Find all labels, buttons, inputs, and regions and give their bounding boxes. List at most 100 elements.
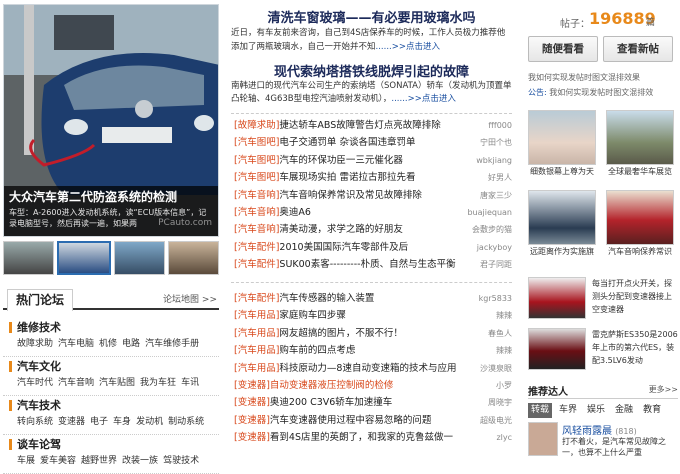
- forum-section-title[interactable]: 汽车技术: [17, 399, 219, 413]
- forum-link[interactable]: 越野世界: [81, 456, 117, 466]
- forum-link[interactable]: 汽车音响: [58, 378, 94, 388]
- article-author[interactable]: 君子同距: [480, 256, 512, 273]
- forum-link[interactable]: 车讯: [181, 378, 199, 388]
- recommended-user[interactable]: 风轻雨露晨 (818) 打不着火，是汽车常见故障之一，也算不上什么严重: [528, 422, 678, 462]
- hero-slideshow[interactable]: 大众汽车第二代防盗系统的检测 车型：A-2600进入发动机系统，读“ECU版本信…: [3, 4, 219, 237]
- article-category-link[interactable]: [汽车用品]: [234, 328, 279, 339]
- article-category-link[interactable]: [变速器]: [234, 432, 270, 443]
- user-name[interactable]: 风轻雨露晨 (818): [562, 422, 637, 437]
- thumbnail-2[interactable]: [57, 241, 111, 275]
- thumbnail-1[interactable]: [3, 241, 55, 275]
- article-category-link[interactable]: [汽车用品]: [234, 345, 279, 356]
- forum-link[interactable]: 汽车维修手册: [145, 339, 199, 349]
- article-title-link[interactable]: 汽车变速器使用过程中容易忽略的问题: [270, 415, 432, 426]
- random-browse-button[interactable]: 随便看看: [528, 36, 598, 62]
- article-category-link[interactable]: [故障求助]: [234, 120, 279, 131]
- tab-car-world[interactable]: 车界: [556, 403, 580, 418]
- car-feature-2[interactable]: 雷克萨斯ES350是2006年上市的第六代ES，装配3.5LV6发动: [528, 328, 680, 374]
- article-title-link[interactable]: 购车前的四点考虑: [279, 345, 355, 356]
- forum-link[interactable]: 发动机: [136, 417, 163, 427]
- article-author[interactable]: 辣辣: [496, 307, 512, 324]
- tab-repost[interactable]: 转载: [528, 403, 553, 418]
- article-title-link[interactable]: 电子交通罚单 杂谈各国违章罚单: [279, 137, 415, 148]
- picture-item[interactable]: 全球最奢华车展览: [606, 110, 674, 179]
- article-category-link[interactable]: [汽车图吧]: [234, 155, 279, 166]
- notice-item-2[interactable]: 公告: 我如何实现发帖时图文混排效: [528, 85, 678, 100]
- forum-section-title[interactable]: 谈车论驾: [17, 438, 219, 452]
- article-title-link[interactable]: 捷达轿车ABS故障警告灯点亮故障排除: [279, 120, 440, 131]
- article-title-link[interactable]: SUK00素客---------朴质、自然与生态平衡: [279, 259, 455, 270]
- forum-link[interactable]: 驾驶技术: [163, 456, 199, 466]
- article-category-link[interactable]: [汽车用品]: [234, 363, 279, 374]
- article-category-link[interactable]: [汽车用品]: [234, 310, 279, 321]
- article-category-link[interactable]: [变速器]: [234, 415, 270, 426]
- article-title-link[interactable]: 奥迪200 C3V6轿车加速撞车: [270, 397, 392, 408]
- article-author[interactable]: 宁田个也: [480, 134, 512, 151]
- article-category-link[interactable]: [汽车音响]: [234, 207, 279, 218]
- article-author[interactable]: 好男人: [488, 169, 512, 186]
- article-title-link[interactable]: 网友超搞的图片，不服不行！: [279, 328, 403, 339]
- article-title-link[interactable]: 奥迪A6: [279, 207, 311, 218]
- view-new-posts-button[interactable]: 查看新帖: [603, 36, 673, 62]
- headline-2[interactable]: 现代索纳塔搭铁线脱焊引起的故障: [228, 61, 515, 80]
- forum-link[interactable]: 机修: [99, 339, 117, 349]
- article-author[interactable]: 春鱼人: [488, 325, 512, 342]
- article-category-link[interactable]: [汽车配件]: [234, 293, 279, 304]
- article-title-link[interactable]: 2010美国国际汽车零部件及后: [279, 242, 408, 253]
- hero-title[interactable]: 大众汽车第二代防盗系统的检测: [9, 189, 213, 205]
- thumbnail-4[interactable]: [167, 241, 219, 275]
- forum-link[interactable]: 转向系统: [17, 417, 53, 427]
- forum-link[interactable]: 汽车电脑: [58, 339, 94, 349]
- recommended-more-link[interactable]: 更多>>: [649, 384, 678, 395]
- picture-item[interactable]: 细数银幕上尊为天: [528, 110, 596, 179]
- article-author[interactable]: kgr5833: [479, 290, 512, 307]
- forum-link[interactable]: 我为车狂: [140, 378, 176, 388]
- thumbnail-3[interactable]: [113, 241, 165, 275]
- article-title-link[interactable]: 自动变速器液压控制阀的检修: [270, 380, 394, 391]
- article-title-link[interactable]: 家庭购车四步骤: [279, 310, 346, 321]
- forum-link[interactable]: 制动系统: [168, 417, 204, 427]
- article-title-link[interactable]: 汽车音响保养常识及常见故障排除: [279, 190, 422, 201]
- forum-link[interactable]: 爱车美容: [40, 456, 76, 466]
- forum-link[interactable]: 电路: [122, 339, 140, 349]
- picture-item[interactable]: 汽车音响保养常识: [606, 190, 674, 259]
- forum-link[interactable]: 汽车时代: [17, 378, 53, 388]
- forum-section-title[interactable]: 汽车文化: [17, 360, 219, 374]
- article-author[interactable]: fff000: [488, 117, 512, 134]
- article-author[interactable]: 唐家三少: [480, 187, 512, 204]
- tab-finance[interactable]: 金融: [612, 403, 636, 418]
- headline-1[interactable]: 清洗车窗玻璃——有必要用玻璃水吗: [228, 7, 515, 26]
- hot-forum-tab[interactable]: 热门论坛: [7, 289, 74, 311]
- article-author[interactable]: 沙漠泉眼: [480, 360, 512, 377]
- notice-item-1[interactable]: 我如何实现发帖时图文混排效果: [528, 70, 678, 85]
- article-author[interactable]: jackyboy: [477, 239, 512, 256]
- article-category-link[interactable]: [汽车图吧]: [234, 172, 279, 183]
- article-title-link[interactable]: 汽车传感器的输入装置: [279, 293, 374, 304]
- article-category-link[interactable]: [汽车配件]: [234, 259, 279, 270]
- headline-2-more-link[interactable]: ......>>点击进入: [391, 94, 455, 104]
- article-category-link[interactable]: [汽车音响]: [234, 190, 279, 201]
- car-feature-1[interactable]: 每当打开点火开关，探测头分配到变速器接上空变速器: [528, 277, 680, 323]
- avatar[interactable]: [528, 422, 558, 456]
- article-author[interactable]: wbkjiang: [476, 152, 512, 169]
- article-title-link[interactable]: 科技原动力—8速自动变速箱的技术与应用: [279, 363, 456, 374]
- article-title-link[interactable]: 看到4S店里的英朗了，和我家的克鲁兹做一: [270, 432, 453, 443]
- article-category-link[interactable]: [汽车图吧]: [234, 137, 279, 148]
- article-author[interactable]: 小罗: [496, 377, 512, 394]
- forum-link[interactable]: 汽车贴图: [99, 378, 135, 388]
- forum-link[interactable]: 电子: [90, 417, 108, 427]
- forum-link[interactable]: 变速器: [58, 417, 85, 427]
- article-title-link[interactable]: 汽车的环保功臣一三元催化器: [279, 155, 403, 166]
- forum-link[interactable]: 故障求助: [17, 339, 53, 349]
- forum-link[interactable]: 车展: [17, 456, 35, 466]
- article-category-link[interactable]: [变速器]: [234, 397, 270, 408]
- article-category-link[interactable]: [汽车配件]: [234, 242, 279, 253]
- picture-item[interactable]: 远距离作为实施旗: [528, 190, 596, 259]
- forum-map-link[interactable]: 论坛地图 >>: [163, 292, 217, 305]
- article-author[interactable]: 周晓宇: [488, 394, 512, 411]
- article-author[interactable]: zlyc: [496, 429, 512, 446]
- article-category-link[interactable]: [变速器]: [234, 380, 270, 391]
- article-title-link[interactable]: 清美动漫，求学之路的好朋友: [279, 224, 403, 235]
- tab-education[interactable]: 教育: [640, 403, 664, 418]
- article-category-link[interactable]: [汽车音响]: [234, 224, 279, 235]
